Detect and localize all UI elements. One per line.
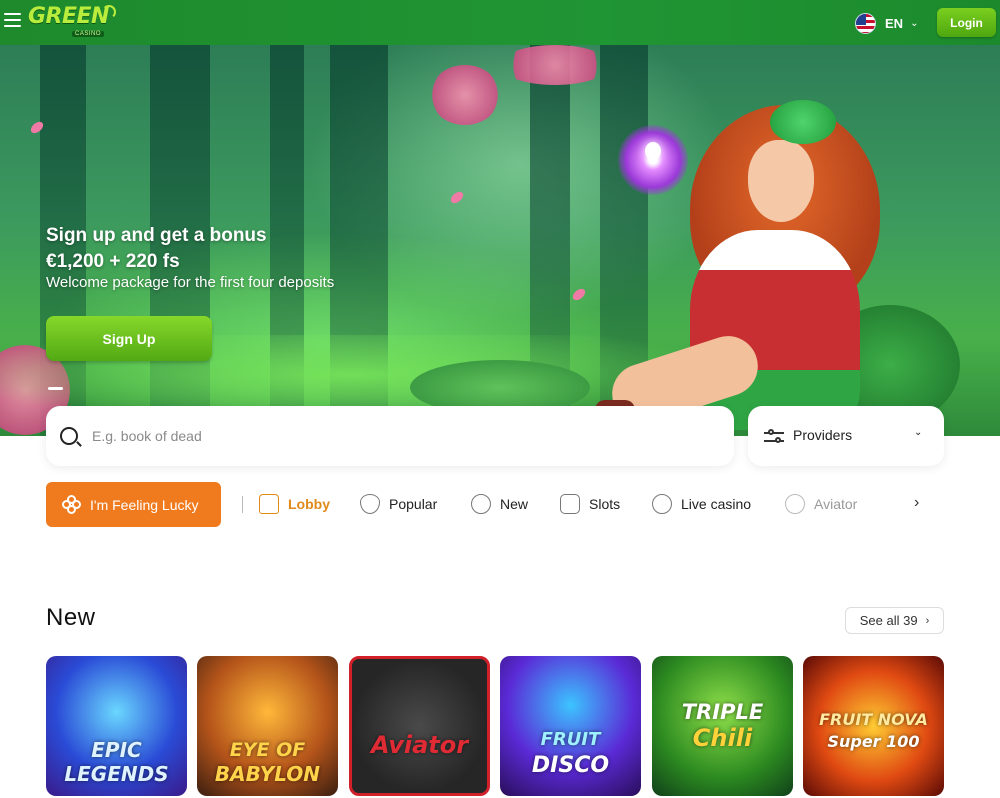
new-badge-icon [471, 494, 491, 514]
bonus-headline: Sign up and get a bonus €1,200 + 220 fs [46, 223, 267, 275]
category-slots[interactable]: Slots [560, 493, 620, 515]
language-code: EN [885, 15, 904, 31]
divider [242, 496, 243, 513]
game-search-box [46, 406, 734, 466]
aviator-coin-icon [785, 494, 805, 514]
bonus-amount: €1,200 + 220 fs [46, 251, 180, 272]
game-title-line1: EYE OF [229, 739, 306, 761]
game-tile-aviator[interactable]: Aviator [349, 656, 490, 796]
feeling-lucky-button[interactable]: I'm Feeling Lucky [46, 482, 221, 527]
chevron-down-icon: ⌄ [914, 427, 923, 438]
search-icon [60, 427, 78, 445]
sign-up-button[interactable]: Sign Up [46, 316, 212, 361]
clover-icon [62, 494, 82, 515]
category-aviator[interactable]: Aviator [785, 493, 857, 515]
logo-swirl-icon [102, 5, 116, 19]
heart-icon [360, 494, 380, 514]
petal [448, 190, 466, 205]
hero-banner[interactable]: Sign up and get a bonus €1,200 + 220 fs … [0, 45, 1000, 436]
logo-subtext: CASINO [72, 31, 105, 37]
carousel-indicator[interactable] [48, 387, 63, 390]
bonus-title: Sign up and get a bonus [46, 225, 267, 246]
game-title-line2: BABYLON [214, 762, 321, 786]
fairy-icon [645, 142, 661, 160]
game-title-line1: FRUIT NOVA [819, 710, 928, 729]
category-lobby[interactable]: Lobby [259, 493, 330, 515]
logo-text: GREEN [28, 4, 109, 29]
search-input[interactable] [92, 424, 712, 448]
elf-face [748, 140, 814, 222]
providers-label: Providers [793, 427, 853, 443]
filter-sliders-icon [764, 428, 784, 444]
category-label: Lobby [288, 496, 330, 512]
top-bar: GREEN CASINO EN ⌄ Login [0, 0, 1000, 45]
see-all-label: See all 39 [859, 613, 918, 628]
game-title-line1: Aviator [370, 731, 469, 759]
home-icon [259, 494, 279, 514]
chevron-right-icon[interactable]: › [914, 494, 919, 512]
providers-dropdown[interactable]: Providers ⌄ [748, 406, 944, 466]
section-title: New [46, 604, 96, 631]
category-label: Aviator [814, 496, 858, 512]
chevron-right-icon: › [925, 614, 930, 627]
game-title-line2: DISCO [531, 753, 610, 778]
game-tile-fruit-nova[interactable]: FRUIT NOVA Super 100 [803, 656, 944, 796]
category-label: Live casino [681, 496, 752, 512]
slot-machine-icon [560, 494, 580, 514]
login-button[interactable]: Login [937, 8, 996, 37]
casino-logo[interactable]: GREEN CASINO [28, 4, 116, 42]
us-flag-icon [855, 12, 876, 34]
game-title-line1: TRIPLE [681, 700, 764, 724]
poker-chip-icon [652, 494, 672, 514]
category-label: Popular [389, 496, 438, 512]
game-title-line2: Super 100 [827, 732, 920, 751]
clover-hat [770, 100, 836, 144]
language-selector[interactable]: EN ⌄ [855, 12, 918, 34]
bonus-subtitle: Welcome package for the first four depos… [46, 274, 335, 291]
game-tile-triple-chili[interactable]: TRIPLE Chili [652, 656, 793, 796]
game-tile-epic-legends[interactable]: EPIC LEGENDS [46, 656, 187, 796]
see-all-button[interactable]: See all 39 › [845, 607, 944, 634]
category-label: New [500, 496, 529, 512]
category-new[interactable]: New [471, 493, 528, 515]
game-title-line1: EPIC [91, 738, 142, 762]
feeling-lucky-label: I'm Feeling Lucky [90, 496, 199, 513]
category-label: Slots [589, 496, 621, 512]
petal [570, 287, 588, 302]
magic-orb [618, 125, 688, 195]
category-live-casino[interactable]: Live casino [652, 493, 751, 515]
game-title-line2: Chili [692, 724, 753, 752]
game-title-line1: FRUIT [540, 729, 601, 750]
game-tile-eye-of-babylon[interactable]: EYE OF BABYLON [197, 656, 338, 796]
menu-icon[interactable] [4, 13, 21, 29]
game-title-line2: LEGENDS [64, 762, 169, 786]
chevron-down-icon: ⌄ [910, 17, 919, 29]
game-tile-fruit-disco[interactable]: FRUIT DISCO [500, 656, 641, 796]
blossom [500, 45, 610, 85]
category-popular[interactable]: Popular [360, 493, 437, 515]
blossom [430, 65, 500, 125]
